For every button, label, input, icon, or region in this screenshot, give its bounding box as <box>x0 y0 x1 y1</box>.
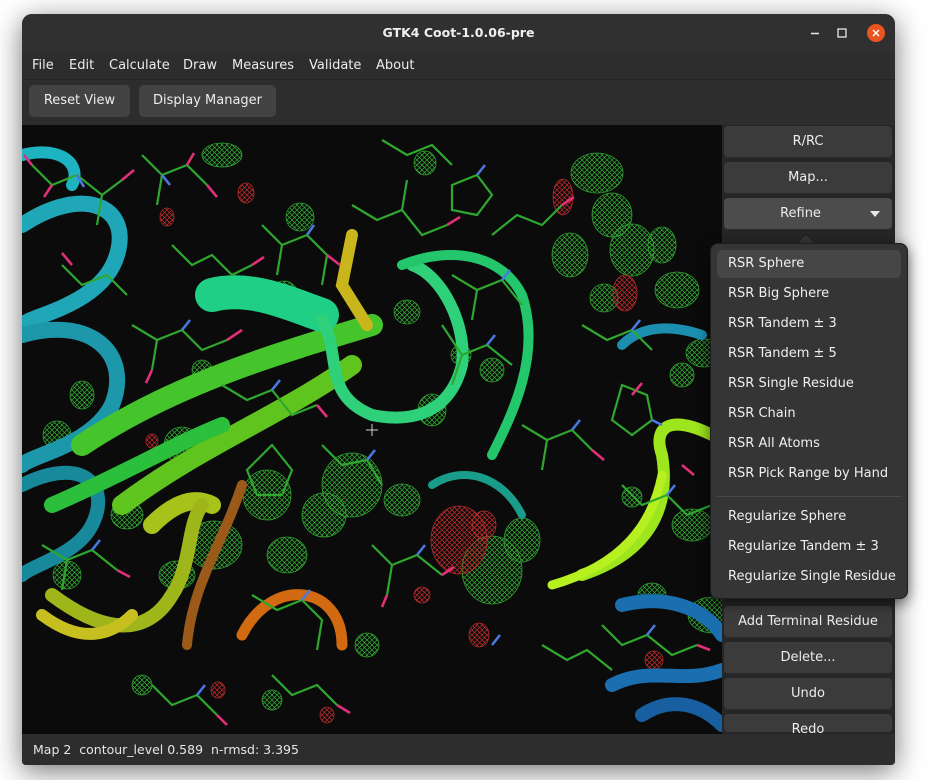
menu-measures[interactable]: Measures <box>232 58 294 73</box>
menu-edit[interactable]: Edit <box>69 58 94 73</box>
molecular-graphics-viewport[interactable] <box>22 125 722 734</box>
menu-item-regularize-single-residue[interactable]: Regularize Single Residue <box>717 563 901 591</box>
maximize-icon <box>837 28 847 38</box>
menu-item-regularize-sphere[interactable]: Regularize Sphere <box>717 503 901 531</box>
menu-item-rsr-tandem-5[interactable]: RSR Tandem ± 5 <box>717 340 901 368</box>
menu-draw[interactable]: Draw <box>183 58 217 73</box>
toolbar: Reset View Display Manager <box>22 80 895 125</box>
menu-item-rsr-single-residue[interactable]: RSR Single Residue <box>717 370 901 398</box>
delete-button[interactable]: Delete... <box>724 642 892 674</box>
menu-item-rsr-tandem-3[interactable]: RSR Tandem ± 3 <box>717 310 901 338</box>
refine-button[interactable]: Refine <box>724 198 892 230</box>
menu-file[interactable]: File <box>32 58 54 73</box>
maximize-button[interactable] <box>833 24 851 42</box>
map-button[interactable]: Map... <box>724 162 892 194</box>
rrc-button[interactable]: R/RC <box>724 126 892 158</box>
menu-item-rsr-all-atoms[interactable]: RSR All Atoms <box>717 430 901 458</box>
menu-item-rsr-big-sphere[interactable]: RSR Big Sphere <box>717 280 901 308</box>
menu-item-rsr-pick-range[interactable]: RSR Pick Range by Hand <box>717 460 901 488</box>
minimize-icon <box>811 32 819 35</box>
close-icon <box>867 24 885 42</box>
menu-bar: File Edit Calculate Draw Measures Valida… <box>22 52 895 80</box>
status-bar: Map 2 contour_level 0.589 n-rmsd: 3.395 <box>22 734 895 765</box>
title-bar[interactable]: GTK4 Coot-1.0.06-pre <box>22 14 895 52</box>
refine-popover-menu: RSR Sphere RSR Big Sphere RSR Tandem ± 3… <box>710 243 908 599</box>
undo-button[interactable]: Undo <box>724 678 892 710</box>
menu-about[interactable]: About <box>376 58 414 73</box>
minimize-button[interactable] <box>806 24 824 42</box>
refine-button-label: Refine <box>780 206 821 221</box>
add-terminal-residue-button[interactable]: Add Terminal Residue <box>724 606 892 638</box>
status-text: Map 2 contour_level 0.589 n-rmsd: 3.395 <box>33 742 299 757</box>
menu-item-regularize-tandem-3[interactable]: Regularize Tandem ± 3 <box>717 533 901 561</box>
close-button[interactable] <box>867 24 885 42</box>
display-manager-button[interactable]: Display Manager <box>139 85 276 117</box>
chevron-down-icon <box>870 211 880 217</box>
menu-separator <box>717 496 901 497</box>
molecule-scene[interactable] <box>22 125 722 734</box>
reset-view-button[interactable]: Reset View <box>29 85 130 117</box>
redo-button[interactable]: Redo <box>724 714 892 737</box>
menu-item-rsr-sphere[interactable]: RSR Sphere <box>717 250 901 278</box>
menu-validate[interactable]: Validate <box>309 58 361 73</box>
menu-calculate[interactable]: Calculate <box>109 58 170 73</box>
menu-item-rsr-chain[interactable]: RSR Chain <box>717 400 901 428</box>
window-title: GTK4 Coot-1.0.06-pre <box>382 25 535 40</box>
